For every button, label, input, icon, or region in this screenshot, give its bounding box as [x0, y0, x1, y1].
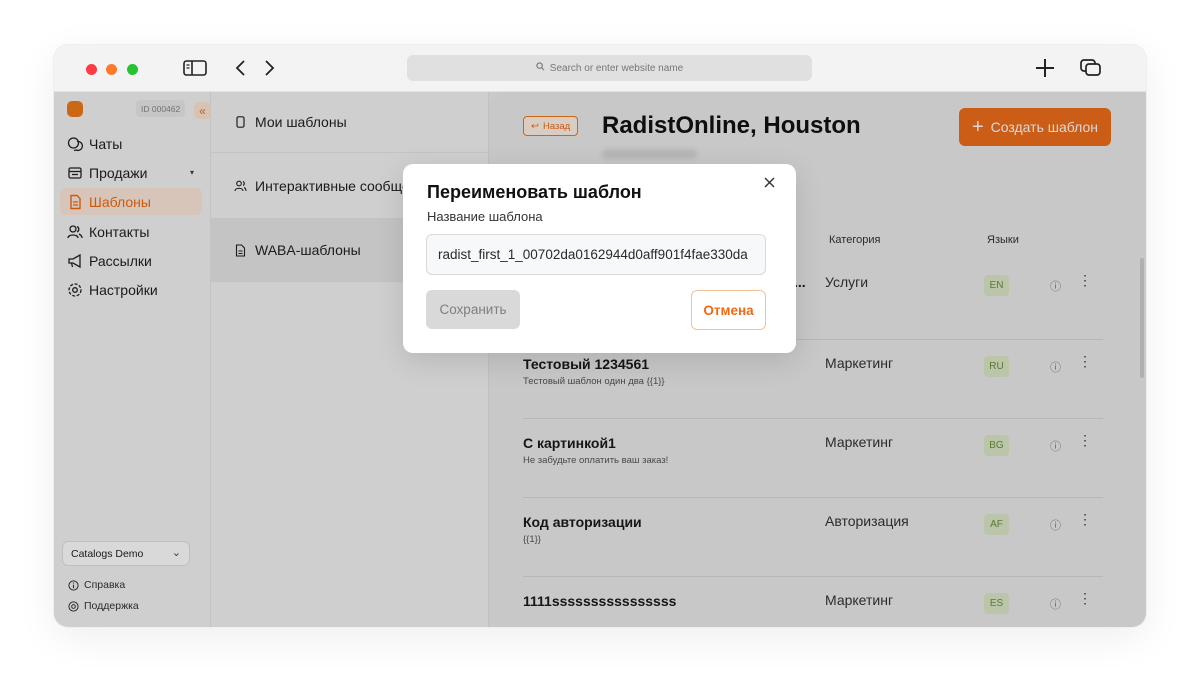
close-window-button[interactable] — [86, 64, 97, 75]
sidebar-toggle-icon[interactable] — [182, 57, 208, 79]
dialog-title: Переименовать шаблон — [427, 182, 642, 202]
back-arrow-icon[interactable] — [230, 57, 250, 79]
tab-overview-icon[interactable] — [1078, 57, 1104, 79]
new-tab-plus-icon[interactable] — [1032, 54, 1058, 82]
minimize-window-button[interactable] — [106, 64, 117, 75]
search-icon — [536, 62, 545, 74]
address-bar[interactable]: Search or enter website name — [407, 55, 812, 81]
template-name-label: Название шаблона — [427, 209, 543, 224]
address-placeholder: Search or enter website name — [549, 62, 684, 74]
template-name-input[interactable] — [426, 234, 766, 275]
forward-arrow-icon[interactable] — [260, 57, 280, 79]
browser-titlebar: Search or enter website name — [54, 45, 1146, 92]
cancel-button[interactable]: Отмена — [691, 290, 766, 330]
rename-template-dialog: Переименовать шаблон Название шаблона Со… — [403, 164, 796, 353]
close-icon[interactable] — [760, 173, 778, 191]
save-button[interactable]: Сохранить — [426, 290, 520, 329]
maximize-window-button[interactable] — [127, 64, 138, 75]
